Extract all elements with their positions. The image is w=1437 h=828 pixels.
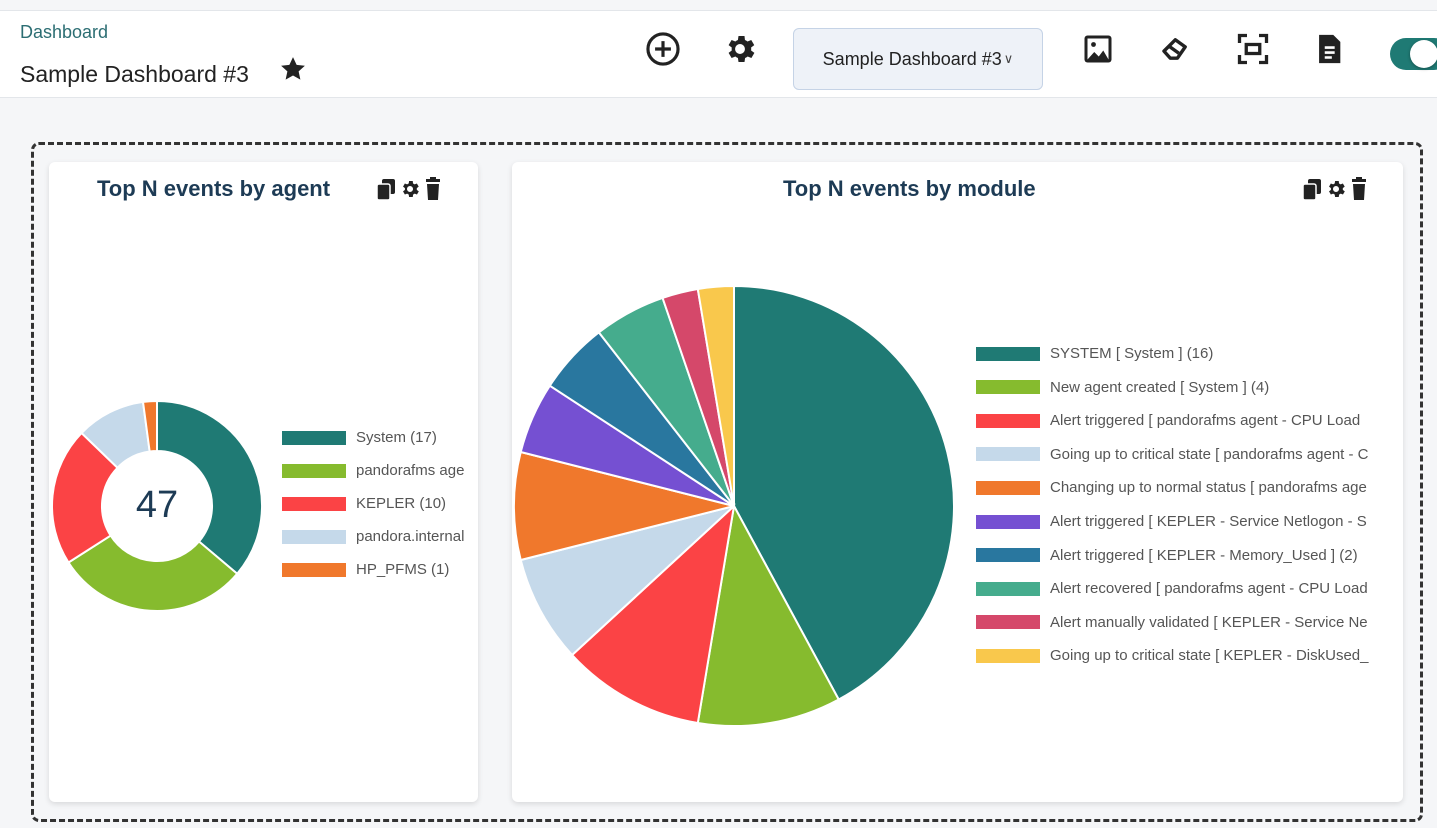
donut-center-total: 47 [136, 484, 178, 526]
legend-item-1-7[interactable]: Alert recovered [ pandorafms agent - CPU… [976, 580, 1406, 597]
legend-swatch [976, 514, 1040, 529]
legend-swatch [976, 346, 1040, 361]
legend-swatch [282, 463, 346, 478]
legend-item-1-8[interactable]: Alert manually validated [ KEPLER - Serv… [976, 614, 1406, 631]
widget-events-by-agent[interactable]: Top N events by agent 47 System (17) pand… [49, 162, 478, 802]
legend-label: Alert triggered [ pandorafms agent - CPU… [1050, 412, 1361, 430]
legend-label: Alert triggered [ KEPLER - Memory_Used ]… [1050, 546, 1358, 564]
legend-label: Alert recovered [ pandorafms agent - CPU… [1050, 580, 1368, 598]
clear-button[interactable] [1156, 29, 1196, 69]
legend-item-0-0[interactable]: System (17) [282, 429, 478, 446]
legend-item-0-4[interactable]: HP_PFMS (1) [282, 561, 478, 578]
gear-icon [728, 35, 755, 63]
add-widget-button[interactable] [643, 29, 683, 69]
page-title: Sample Dashboard #3 [20, 61, 249, 87]
legend-item-0-1[interactable]: pandorafms age [282, 462, 478, 479]
legend-label: Alert triggered [ KEPLER - Service Netlo… [1050, 513, 1367, 530]
legend-label: System (17) [356, 429, 437, 446]
legend-swatch [976, 581, 1040, 596]
dashboard-select-value: Sample Dashboard #3 [822, 48, 1002, 69]
dashboard-header: Dashboard Sample Dashboard #3 Sample Das… [0, 10, 1437, 98]
export-button[interactable] [1309, 29, 1349, 69]
legend-item-1-9[interactable]: Going up to critical state [ KEPLER - Di… [976, 647, 1406, 664]
add-circle-icon [646, 32, 680, 66]
legend-item-1-2[interactable]: Alert triggered [ pandorafms agent - CPU… [976, 412, 1406, 429]
legend-item-0-2[interactable]: KEPLER (10) [282, 495, 478, 512]
legend-swatch [976, 413, 1040, 428]
settings-button[interactable] [720, 29, 760, 69]
legend-label: HP_PFMS (1) [356, 561, 450, 578]
legend-label: New agent created [ System ] (4) [1050, 378, 1270, 396]
legend-label: pandora.internal [356, 528, 465, 545]
legend-swatch [976, 615, 1040, 630]
legend-swatch [976, 380, 1040, 395]
legend-swatch [976, 447, 1040, 462]
legend-item-1-0[interactable]: SYSTEM [ System ] (16) [976, 345, 1406, 362]
document-icon [1319, 34, 1341, 64]
legend-label: Going up to critical state [ KEPLER - Di… [1050, 647, 1369, 665]
legend-label: Going up to critical state [ pandorafms … [1050, 445, 1369, 463]
legend-label: Alert manually validated [ KEPLER - Serv… [1050, 613, 1368, 631]
legend-item-1-6[interactable]: Alert triggered [ KEPLER - Memory_Used ]… [976, 547, 1406, 564]
fullscreen-button[interactable] [1233, 29, 1273, 69]
legend-label: SYSTEM [ System ] (16) [1050, 345, 1214, 362]
legend-swatch [282, 562, 346, 577]
eraser-icon [1162, 38, 1187, 60]
fullscreen-icon [1237, 33, 1269, 65]
legend-label: Changing up to normal status [ pandorafm… [1050, 479, 1367, 497]
legend-label: KEPLER (10) [356, 495, 447, 512]
image-icon [1084, 35, 1112, 63]
legend-swatch [976, 648, 1040, 663]
edit-mode-toggle[interactable] [1390, 38, 1437, 70]
legend-swatch [976, 480, 1040, 495]
legend-item-1-5[interactable]: Alert triggered [ KEPLER - Service Netlo… [976, 513, 1406, 530]
legend-item-1-4[interactable]: Changing up to normal status [ pandorafm… [976, 479, 1406, 496]
chevron-down-icon: ∨ [1003, 51, 1014, 66]
legend-swatch [282, 496, 346, 511]
widget-events-by-module[interactable]: Top N events by module SYSTEM [ System ]… [512, 162, 1403, 802]
legend-label: pandorafms age [356, 462, 465, 479]
agent-doughnut-chart: 47 [51, 399, 263, 612]
legend-swatch [282, 529, 346, 544]
star-icon[interactable] [277, 54, 309, 84]
legend-swatch [976, 548, 1040, 563]
legend-item-0-3[interactable]: pandora.internal [282, 528, 478, 545]
breadcrumb[interactable]: Dashboard [20, 22, 108, 43]
toggle-knob [1410, 40, 1437, 68]
legend-item-1-1[interactable]: New agent created [ System ] (4) [976, 379, 1406, 396]
image-button[interactable] [1078, 29, 1118, 69]
legend-item-1-3[interactable]: Going up to critical state [ pandorafms … [976, 446, 1406, 463]
dashboard-select[interactable]: Sample Dashboard #3 ∨ [793, 28, 1043, 90]
legend-swatch [282, 430, 346, 445]
